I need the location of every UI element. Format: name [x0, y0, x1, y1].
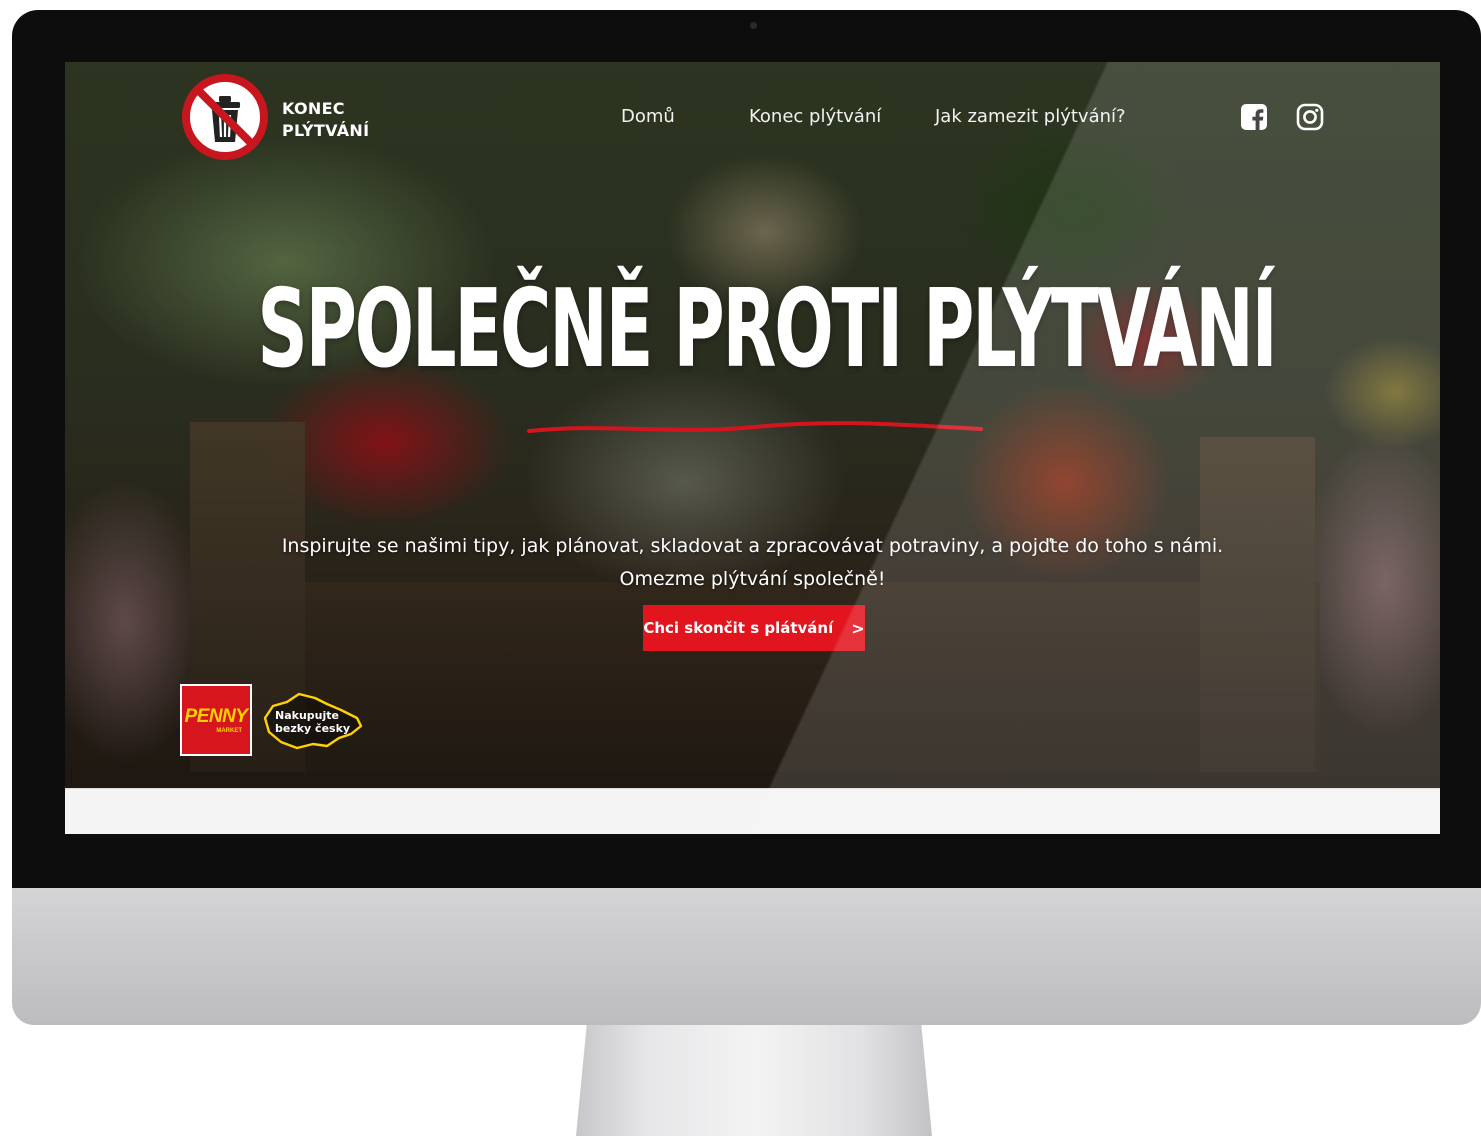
logo-wordmark: KONEC PLÝTVÁNÍ — [282, 98, 382, 142]
nav-link-home[interactable]: Domů — [621, 106, 675, 127]
instagram-icon[interactable] — [1295, 102, 1325, 132]
monitor-stand — [576, 1025, 932, 1136]
penny-logo-sub: MARKET — [216, 728, 242, 734]
chevron-right-icon: > — [851, 618, 865, 638]
hero-subtitle-line-1: Inspirujte se našimi tipy, jak plánovat,… — [281, 535, 1224, 557]
hero-title: SPOLEČNĚ PROTI PLÝTVÁNÍ — [257, 267, 1277, 392]
czech-badge-text: Nakupujte bezky česky — [275, 709, 355, 735]
cta-button[interactable]: Chci skončit s plátvání > — [643, 605, 865, 651]
czech-badge-line-1: Nakupujte — [275, 709, 339, 722]
hero-subtitle-line-2: Omezme plýtvání společně! — [619, 568, 886, 590]
czech-badge-line-2: bezky česky — [275, 722, 351, 735]
no-trash-icon — [182, 74, 268, 160]
nav-link-konec-plytvani[interactable]: Konec plýtvání — [749, 106, 881, 127]
hero-underline-stroke — [527, 421, 983, 433]
facebook-icon[interactable] — [1239, 102, 1269, 132]
penny-logo-word: PENNY — [184, 706, 248, 727]
nav-link-jak-zamezit[interactable]: Jak zamezit plýtvání? — [935, 106, 1126, 127]
webcam-dot — [750, 22, 757, 29]
hero-subtitle: Inspirujte se našimi tipy, jak plánovat,… — [65, 530, 1440, 596]
penny-market-logo[interactable]: PENNY MARKET — [180, 684, 252, 756]
monitor-chin — [12, 888, 1481, 1025]
logo-line-1: KONEC — [282, 99, 345, 118]
cta-label: Chci skončit s plátvání — [643, 619, 834, 637]
logo-line-2: PLÝTVÁNÍ — [282, 121, 370, 140]
page-below-fold — [65, 788, 1440, 834]
site-logo[interactable]: KONEC PLÝTVÁNÍ — [180, 72, 380, 162]
website-screen: KONEC PLÝTVÁNÍ Domů Konec plýtvání Jak z… — [65, 62, 1440, 834]
